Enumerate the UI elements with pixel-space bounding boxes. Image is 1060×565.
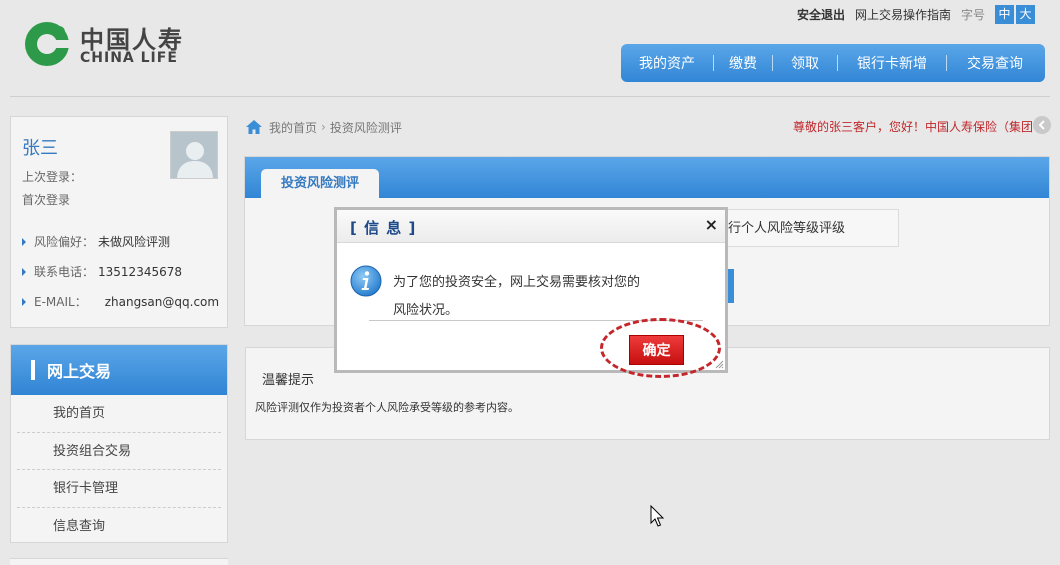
risk-level-box: 行个人风险等级评级 xyxy=(723,209,899,247)
dialog-message-line1: 为了您的投资安全，网上交易需要核对您的 xyxy=(393,275,641,290)
home-icon[interactable] xyxy=(246,120,262,134)
dialog-header: [ 信 息 ] × xyxy=(337,210,725,243)
menu-item-portfolio-trading[interactable]: 投资组合交易 xyxy=(17,433,221,470)
user-name: 张三 xyxy=(22,138,58,159)
nav-my-assets[interactable]: 我的资产 xyxy=(621,53,713,73)
risk-preference-label: 风险偏好： xyxy=(34,235,95,249)
last-login-label: 上次登录： xyxy=(22,170,83,184)
nav-transaction-query[interactable]: 交易查询 xyxy=(947,53,1043,73)
user-panel: 张三 上次登录： 首次登录 风险偏好： 未做风险评测 联系电话： 1351234… xyxy=(10,116,228,328)
risk-preference-row: 风险偏好： 未做风险评测 xyxy=(22,233,170,250)
font-large-button[interactable]: 大 xyxy=(1016,4,1035,24)
bullet-icon xyxy=(22,267,26,276)
risk-preference-value: 未做风险评测 xyxy=(98,235,171,249)
brand-name-en: CHINA LIFE xyxy=(80,50,178,66)
bullet-icon xyxy=(22,297,26,306)
dialog-message: 为了您的投资安全，网上交易需要核对您的 风险状况。 xyxy=(393,269,693,325)
breadcrumb-current: 投资风险测评 xyxy=(329,120,402,135)
nav-payment[interactable]: 缴费 xyxy=(714,53,772,73)
tips-title: 温馨提示 xyxy=(262,373,315,388)
guide-link[interactable]: 网上交易操作指南 xyxy=(855,6,951,23)
resize-grip-icon[interactable] xyxy=(714,359,724,369)
nav-add-bank-card[interactable]: 银行卡新增 xyxy=(838,53,946,73)
welcome-marquee: 尊敬的张三客户，您好！中国人寿保险（集团 xyxy=(793,120,1033,134)
phone-label: 联系电话： xyxy=(34,265,95,279)
phone-row: 联系电话： 13512345678 xyxy=(22,263,182,280)
bullet-icon xyxy=(22,237,26,246)
marquee-control-button[interactable] xyxy=(1033,116,1051,134)
phone-value: 13512345678 xyxy=(98,264,182,279)
marquee-arrow-icon xyxy=(1038,120,1045,130)
first-login-text: 首次登录 xyxy=(22,193,71,207)
info-icon xyxy=(350,265,382,297)
dialog-title: [ 信 息 ] xyxy=(350,219,417,237)
font-size-label: 字号 xyxy=(960,7,985,22)
online-trading-menu: 网上交易 我的首页 投资组合交易 银行卡管理 信息查询 xyxy=(10,344,228,543)
menu-title: 网上交易 xyxy=(47,362,112,381)
menu-item-my-home[interactable]: 我的首页 xyxy=(17,395,221,433)
tips-text: 风险评测仅作为投资者个人风险承受等级的参考内容。 xyxy=(255,401,519,414)
email-row: E-MAIL： zhangsan@qq.com xyxy=(22,293,219,310)
breadcrumb-home[interactable]: 我的首页 xyxy=(269,119,317,136)
dialog-divider xyxy=(369,320,703,321)
email-label: E-MAIL： xyxy=(34,295,87,309)
font-medium-button[interactable]: 中 xyxy=(995,4,1014,24)
next-panel-edge xyxy=(10,558,228,565)
logo-mark-icon xyxy=(25,22,71,66)
risk-panel-header: 投资风险测评 xyxy=(245,157,1049,199)
menu-item-bank-card-management[interactable]: 银行卡管理 xyxy=(17,470,221,508)
header-divider xyxy=(10,96,1050,97)
mouse-cursor-icon xyxy=(650,505,665,527)
menu-header-bar xyxy=(31,360,35,380)
ok-button[interactable]: 确定 xyxy=(629,335,684,365)
main-nav: 我的资产 缴费 领取 银行卡新增 交易查询 xyxy=(621,44,1045,82)
info-dialog: [ 信 息 ] × 为了您的投资安全，网上交易需要核对您的 风险状况。 确定 xyxy=(334,207,728,373)
top-links: 安全退出 网上交易操作指南 字号 中 大 xyxy=(797,4,1035,24)
logout-link[interactable]: 安全退出 xyxy=(797,6,845,23)
nav-withdraw[interactable]: 领取 xyxy=(773,53,837,73)
menu-item-info-query[interactable]: 信息查询 xyxy=(17,508,221,546)
user-silhouette-icon xyxy=(171,132,217,178)
close-icon[interactable]: × xyxy=(705,216,718,234)
menu-header: 网上交易 xyxy=(11,345,227,395)
breadcrumb-separator: › xyxy=(321,120,326,134)
breadcrumb: 我的首页 › 投资风险测评 xyxy=(246,118,402,136)
tab-risk-assessment[interactable]: 投资风险测评 xyxy=(261,169,379,199)
email-value: zhangsan@qq.com xyxy=(104,294,220,309)
avatar xyxy=(170,131,218,179)
china-life-logo: 中国人寿 CHINA LIFE xyxy=(22,20,212,70)
